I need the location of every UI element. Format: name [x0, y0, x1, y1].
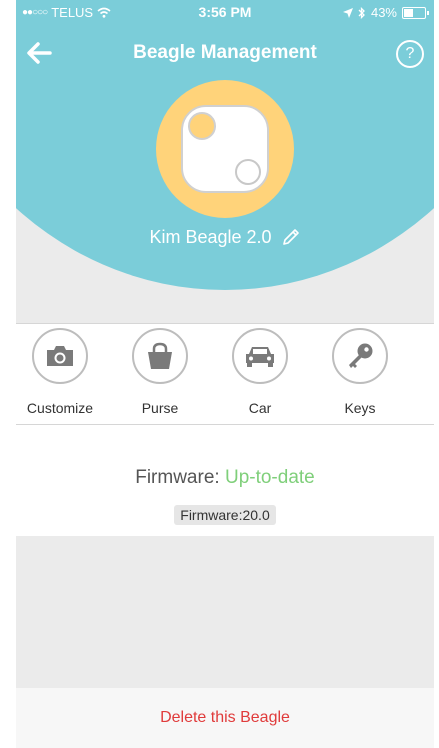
status-bar: ●●○○○ TELUS 3:56 PM 43%: [16, 0, 434, 24]
delete-beagle-button[interactable]: Delete this Beagle: [16, 688, 434, 748]
category-row: Customize Purse Car Keys: [16, 324, 434, 424]
category-purse[interactable]: Purse: [110, 328, 210, 416]
key-icon: [349, 343, 373, 368]
location-arrow-icon: [342, 7, 353, 18]
device-name-label: Kim Beagle 2.0: [149, 226, 272, 247]
help-icon[interactable]: ?: [396, 40, 424, 68]
firmware-label: Firmware:: [135, 467, 220, 488]
pencil-edit-icon[interactable]: [281, 227, 301, 247]
battery-percent: 43%: [370, 5, 397, 20]
firmware-version-badge: Firmware:20.0: [174, 505, 276, 525]
car-icon: [246, 347, 274, 367]
empty-area: [16, 536, 434, 688]
bag-icon: [148, 342, 172, 369]
category-car[interactable]: Car: [210, 328, 310, 416]
category-label: Car: [248, 400, 272, 416]
firmware-status: Up-to-date: [224, 467, 315, 488]
camera-icon: [47, 346, 73, 366]
category-keys[interactable]: Keys: [310, 328, 410, 416]
category-label: Keys: [344, 400, 376, 416]
device-name[interactable]: Kim Beagle 2.0: [16, 226, 434, 248]
page-title: Beagle Management: [133, 42, 317, 63]
beagle-device-avatar[interactable]: [156, 80, 294, 218]
battery-icon: [402, 6, 429, 19]
app-frame: ●●○○○ TELUS 3:56 PM 43% Beagle Managemen…: [16, 0, 434, 748]
nav-bar: Beagle Management ?: [16, 38, 434, 70]
category-label: Customize: [26, 400, 94, 416]
firmware-section: Firmware: Up-to-date Firmware:20.0: [16, 425, 434, 535]
category-customize[interactable]: Customize: [16, 328, 110, 416]
category-label: Purse: [141, 400, 179, 416]
bluetooth-icon: [358, 6, 365, 19]
battery-level: [404, 8, 413, 17]
